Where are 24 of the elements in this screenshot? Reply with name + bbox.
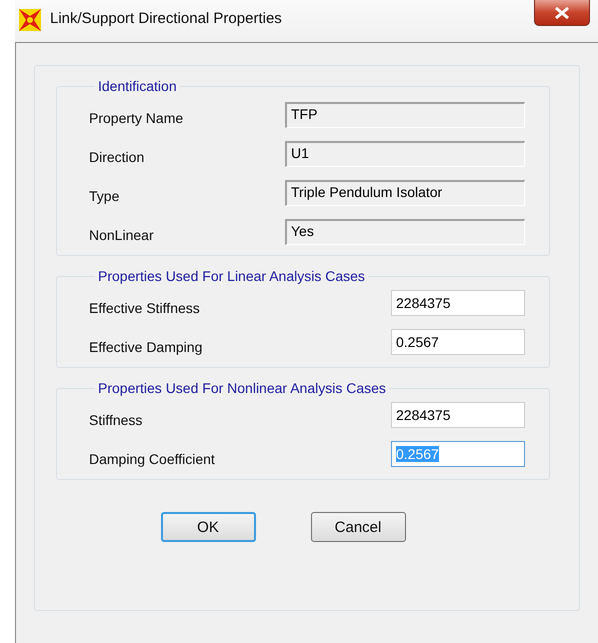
field-label: Damping Coefficient xyxy=(89,451,215,467)
readonly-field: U1 xyxy=(285,141,525,167)
ok-button[interactable]: OK xyxy=(160,512,256,542)
input-field[interactable]: 2284375 xyxy=(391,402,525,428)
input-field[interactable]: 2284375 xyxy=(391,290,525,316)
group-title: Properties Used For Nonlinear Analysis Cases xyxy=(97,380,387,396)
readonly-field: Triple Pendulum Isolator xyxy=(285,180,525,206)
group-title: Properties Used For Linear Analysis Cases xyxy=(97,268,366,284)
field-label: Effective Damping xyxy=(89,339,202,355)
app-icon xyxy=(18,8,42,32)
field-label: Effective Stiffness xyxy=(89,300,200,316)
window-title: Link/Support Directional Properties xyxy=(50,10,282,27)
group-title: Identification xyxy=(97,78,178,94)
field-label: NonLinear xyxy=(89,227,154,243)
input-field[interactable]: 0.2567 xyxy=(391,329,525,355)
field-label: Type xyxy=(89,188,120,204)
close-button[interactable] xyxy=(534,0,590,26)
field-label: Direction xyxy=(89,149,144,165)
cancel-button[interactable]: Cancel xyxy=(310,512,406,542)
readonly-field: TFP xyxy=(285,102,525,128)
field-label: Stiffness xyxy=(89,412,142,428)
field-label: Property Name xyxy=(89,110,184,126)
readonly-field: Yes xyxy=(285,219,525,245)
close-icon xyxy=(554,6,570,18)
